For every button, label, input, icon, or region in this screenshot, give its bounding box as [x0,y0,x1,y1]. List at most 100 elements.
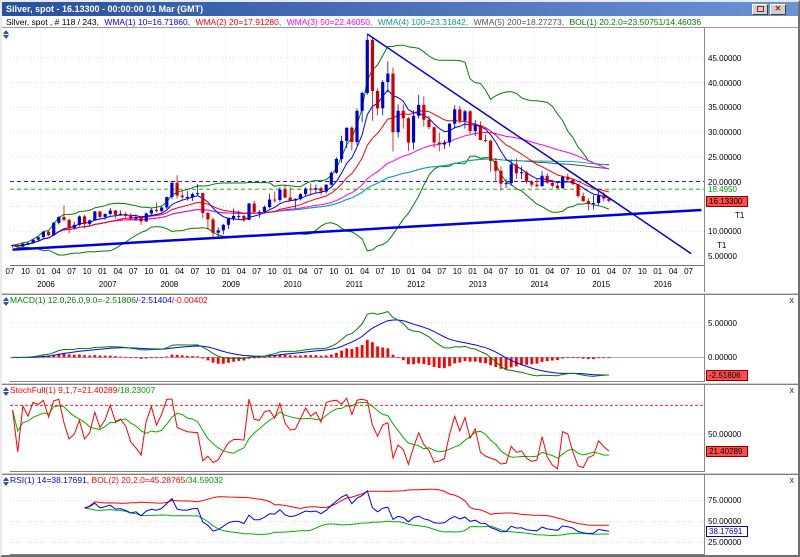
x-axis-month-label: 07 [126,267,140,276]
x-axis-month-label: 01 [157,267,171,276]
macd-chart-svg [10,306,704,382]
rsi-panel-gutter [2,475,10,555]
title-bar[interactable]: Silver, spot - 16.13300 - 00:00:00 01 Ma… [2,2,798,16]
x-axis-month-label: 10 [450,267,464,276]
x-axis-month-label: 10 [203,267,217,276]
panel-collapse-control[interactable] [2,297,10,309]
axis-tick-label: 75.00000 [708,496,741,505]
price-axis: 16.13300 18.4950 T1 T1 45.0000040.000003… [704,28,766,292]
x-axis-month-label: 07 [373,267,387,276]
restore-button[interactable] [752,4,768,15]
chart-legend: Silver, spot , # 118 / 243, WMA(1) 10=16… [2,16,798,28]
x-axis-month-label: 04 [111,267,125,276]
stoch-d-value: /18.23007 [118,385,156,395]
collapse-down-icon [3,482,9,486]
axis-tick-label: 30.00000 [708,128,741,137]
x-axis-month-label: 10 [80,267,94,276]
trendline-label-t1: T1 [717,241,726,250]
panel-close-button[interactable]: x [790,296,795,305]
x-axis-month-label: 04 [419,267,433,276]
axis-tick-label: 20.00000 [708,178,741,187]
x-axis-year-label: 2016 [650,280,676,289]
x-axis-month-label: 07 [497,267,511,276]
rsi-value: RSI(1) 14=38.17691, [10,475,92,485]
close-button[interactable]: ✕ [770,4,786,15]
x-axis-years: 2006200720082009201020112012201320142015… [10,279,704,292]
x-axis-year-label: 2008 [156,280,182,289]
stoch-chart-svg [10,396,704,472]
stochastic-chart[interactable] [10,396,704,472]
x-axis-month-label: 01 [34,267,48,276]
stoch-header: StochFull(1) 9,1,7=21.40289/18.23007 [10,385,704,396]
legend-instrument: Silver, spot , # 118 / 243, [6,17,99,27]
x-axis-month-label: 01 [404,267,418,276]
rsi-bol-upper-value: BOL(2) 20,2.0=45.28765 [92,475,186,485]
rsi-bol-lower-value: /34.59032 [185,475,223,485]
x-axis-year-label: 2010 [280,280,306,289]
chart-window: Silver, spot - 16.13300 - 00:00:00 01 Ma… [0,0,800,557]
panel-collapse-control[interactable] [2,30,10,42]
x-axis-year-label: 2012 [403,280,429,289]
x-axis-month-label: 10 [265,267,279,276]
x-axis-year-label: 2006 [33,280,59,289]
panel-collapse-control[interactable] [2,387,10,399]
axis-tick-label: 25.00000 [708,153,741,162]
x-axis-month-label: 01 [527,267,541,276]
x-axis-month-label: 04 [543,267,557,276]
macd-panel: MACD(1) 12.0,26.0,9.0=-2.51806/-2.51404/… [2,295,798,382]
x-axis-month-label: 01 [342,267,356,276]
legend-wma2: WMA(2) 20=17.91280, [195,17,281,27]
rsi-panel: RSI(1) 14=38.17691, BOL(2) 20,2.0=45.287… [2,475,798,555]
x-axis-month-label: 10 [327,267,341,276]
panel-collapse-control[interactable] [2,477,10,489]
right-margin: x [766,295,798,382]
x-axis-month-label: 01 [219,267,233,276]
macd-hist-value: /-0.00402 [172,295,208,305]
candlesticks [11,34,611,248]
macd-chart[interactable] [10,306,704,382]
stoch-axis: 21.40289 50.00000 [704,385,766,472]
x-axis-month-label: 10 [389,267,403,276]
x-axis-month-label: 01 [96,267,110,276]
legend-wma3: WMA(3) 50=22.46050, [287,17,373,27]
x-axis-year-label: 2014 [526,280,552,289]
price-chart[interactable] [10,28,704,266]
main-chart-panel: 16.13300 18.4950 T1 T1 45.0000040.000003… [2,28,798,292]
axis-tick-label: 40.00000 [708,79,741,88]
restore-icon [757,6,764,12]
x-axis-month-label: 01 [589,267,603,276]
axis-tick-label: 5.00000 [708,319,737,328]
x-axis-month-label: 07 [620,267,634,276]
axis-tick-label: 25.00000 [708,538,741,547]
axis-tick-label: 50.00000 [708,517,741,526]
x-axis-month-label: 04 [49,267,63,276]
close-icon: ✕ [775,5,782,13]
legend-wma5: WMA(5) 200=18.27273, [474,17,564,27]
rsi-chart[interactable] [10,486,704,555]
x-axis-year-label: 2013 [465,280,491,289]
last-price-badge: 16.13300 [706,196,748,207]
trendline-label-t1: T1 [735,211,744,220]
axis-tick-label: 45.00000 [708,54,741,63]
x-axis-months: 0710010407100104071001040710010407100104… [10,266,704,279]
rsi-axis: 38.17691 75.0000050.0000025.00000 [704,475,766,555]
x-axis-month-label: 04 [481,267,495,276]
x-axis-month-label: 07 [311,267,325,276]
stoch-value-badge: 21.40289 [706,446,748,457]
x-axis-month-label: 07 [65,267,79,276]
panel-close-button[interactable]: x [790,476,795,485]
x-axis-month-label: 01 [281,267,295,276]
x-axis-month-label: 07 [188,267,202,276]
axis-tick-label: 5.00000 [708,252,737,261]
x-axis-month-label: 04 [296,267,310,276]
legend-wma1: WMA(1) 10=16.71860, [104,17,190,27]
collapse-down-icon [3,302,9,306]
axis-tick-label: 50.00000 [708,430,741,439]
right-margin [766,28,798,292]
panel-close-button[interactable]: x [790,386,795,395]
x-axis-month-label: 07 [435,267,449,276]
title-bar-buttons: ✕ [752,4,796,15]
rsi-header: RSI(1) 14=38.17691, BOL(2) 20,2.0=45.287… [10,475,704,486]
right-margin: x [766,475,798,555]
x-axis-month-label: 07 [558,267,572,276]
